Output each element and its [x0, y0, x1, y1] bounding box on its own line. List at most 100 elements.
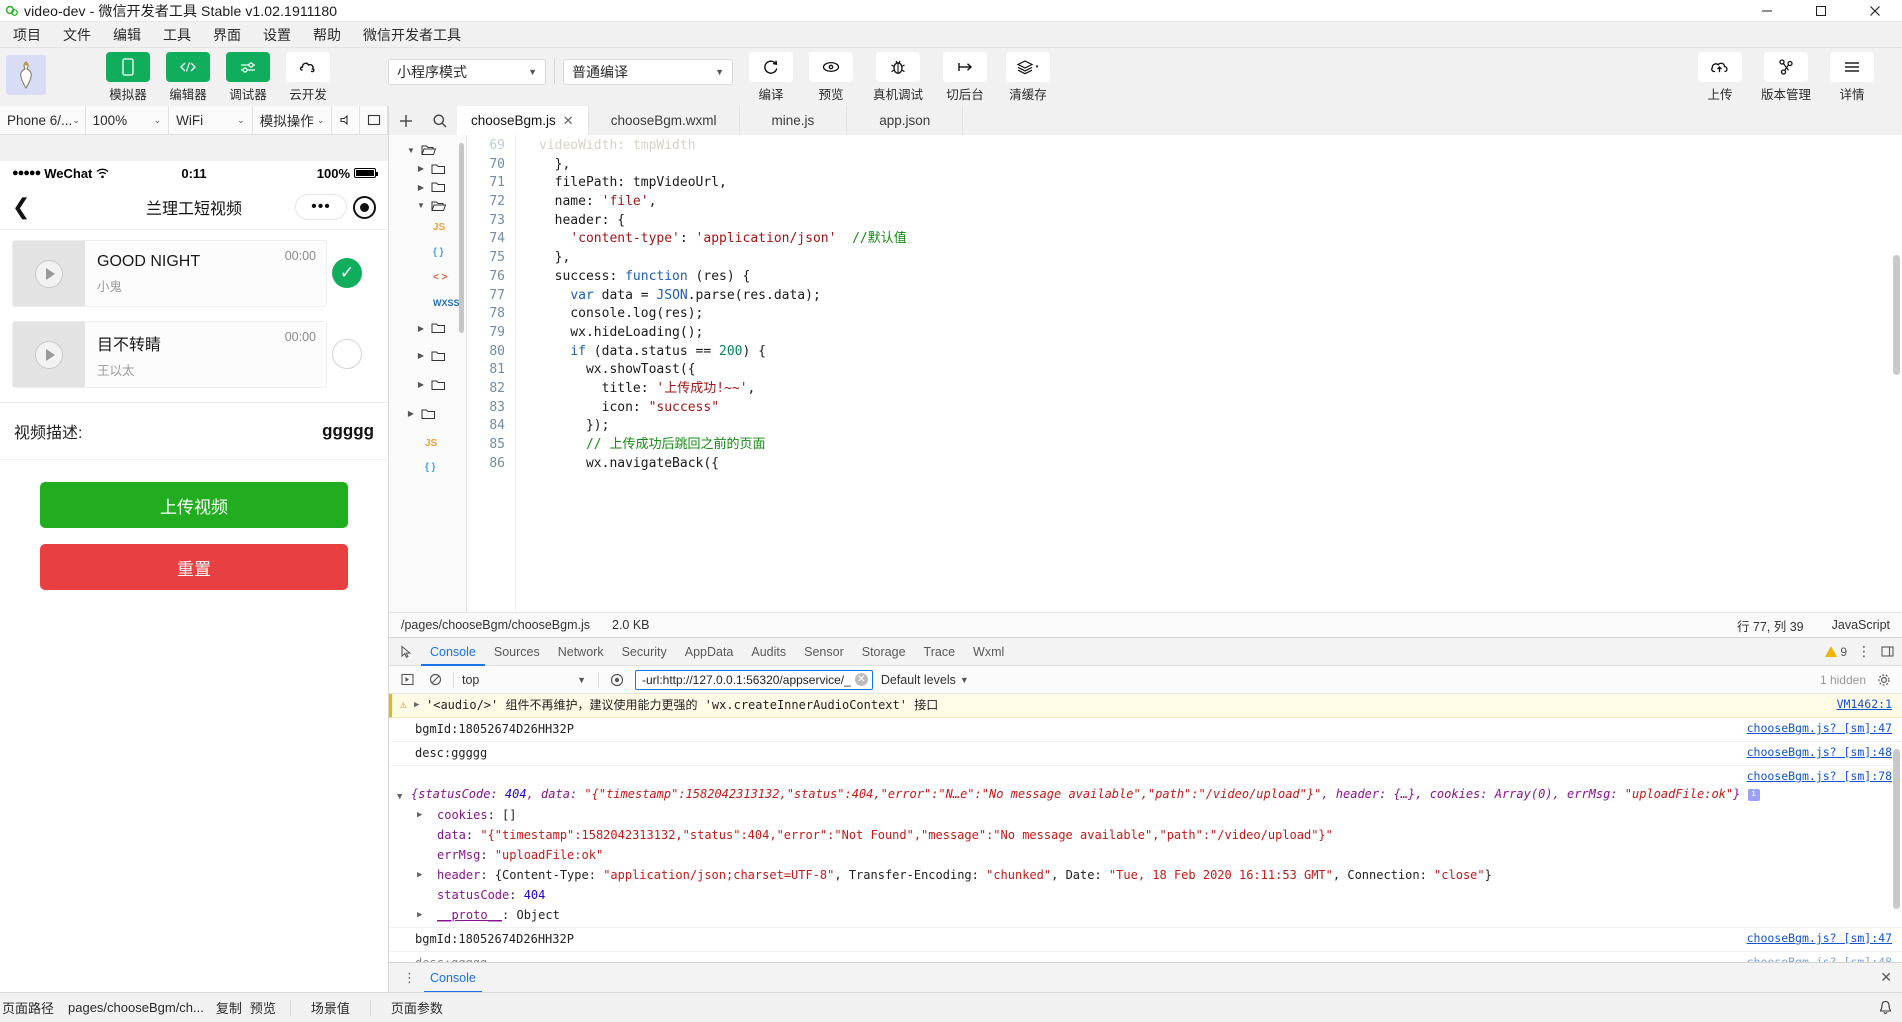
console-source-link[interactable]: chooseBgm.js? [sm]:47: [1731, 931, 1892, 945]
network-select[interactable]: WiFi ⌄: [169, 106, 253, 134]
devtools-tab-audits[interactable]: Audits: [742, 638, 795, 666]
menu-item-interface[interactable]: 界面: [202, 22, 252, 48]
minimize-button[interactable]: [1740, 0, 1794, 22]
console-object-prop-cookies[interactable]: ▶ cookies: []: [389, 806, 1902, 826]
info-icon[interactable]: i: [1747, 788, 1760, 801]
drawer-close-icon[interactable]: ✕: [1870, 969, 1902, 986]
real-device-debug-button[interactable]: 真机调试: [869, 52, 927, 103]
menu-item-settings[interactable]: 设置: [252, 22, 302, 48]
reset-button[interactable]: 重置: [40, 544, 348, 590]
add-file-icon[interactable]: [389, 106, 423, 135]
compile-button[interactable]: 编译: [749, 52, 793, 103]
execution-context-select[interactable]: top ▼: [462, 673, 590, 687]
devtools-tab-appdata[interactable]: AppData: [676, 638, 743, 666]
console-log-entry[interactable]: desc:ggggg chooseBgm.js? [sm]:48: [389, 952, 1902, 962]
tree-row-folder-open[interactable]: ▼: [389, 197, 466, 216]
menu-item-devtools[interactable]: 微信开发者工具: [352, 22, 472, 48]
execute-icon[interactable]: [397, 673, 417, 686]
zoom-select[interactable]: 100% ⌄: [86, 106, 170, 134]
tree-scrollbar[interactable]: [459, 143, 464, 333]
filter-eye-icon[interactable]: [607, 673, 627, 687]
editor-tab-choosebgm-wxml[interactable]: chooseBgm.wxml: [588, 106, 740, 135]
tree-row-file-json[interactable]: { }: [389, 458, 466, 477]
dock-position-icon[interactable]: [1881, 645, 1894, 658]
console-source-link[interactable]: chooseBgm.js? [sm]:47: [1731, 721, 1892, 735]
clear-cache-button[interactable]: 清缓存: [1003, 52, 1053, 103]
devtools-tab-security[interactable]: Security: [613, 638, 676, 666]
more-menu-button[interactable]: •••: [295, 194, 347, 220]
console-source-link[interactable]: chooseBgm.js? [sm]:48: [1731, 955, 1892, 962]
menu-item-file[interactable]: 文件: [52, 22, 102, 48]
inspect-element-icon[interactable]: [393, 644, 421, 659]
tree-row-file-js[interactable]: JS: [389, 428, 466, 458]
code-editor[interactable]: 69 70 71 72 73 74 75 76 77 78 79 80 81 8…: [467, 135, 1902, 612]
console-source-link[interactable]: chooseBgm.js? [sm]:78: [1731, 769, 1892, 783]
chevron-right-icon[interactable]: ▶: [413, 380, 429, 389]
background-button[interactable]: 切后台: [943, 52, 987, 103]
devtools-tab-trace[interactable]: Trace: [915, 638, 965, 666]
bgm-list-item[interactable]: 目不转睛 王以太 00:00: [12, 321, 327, 388]
compile-select[interactable]: 普通编译 ▼: [563, 59, 733, 85]
tree-row-folder[interactable]: ▶: [389, 178, 466, 197]
upload-button[interactable]: 上传: [1698, 52, 1742, 103]
tree-row-root[interactable]: ▼: [389, 141, 466, 160]
devtools-tab-network[interactable]: Network: [549, 638, 613, 666]
chevron-right-icon[interactable]: ▶: [417, 867, 429, 880]
console-log-object[interactable]: ▼ {statusCode: 404, data: "{"timestamp":…: [389, 786, 1902, 806]
play-icon[interactable]: [35, 259, 63, 288]
chevron-down-icon[interactable]: ▼: [403, 146, 419, 155]
fold-gutter[interactable]: [515, 135, 529, 612]
details-button[interactable]: 详情: [1830, 52, 1874, 103]
devtools-tab-wxml[interactable]: Wxml: [964, 638, 1013, 666]
editor-tab-choosebgm-js[interactable]: chooseBgm.js ✕: [457, 106, 589, 135]
language-label[interactable]: JavaScript: [1832, 618, 1890, 632]
chevron-right-icon[interactable]: ▶: [403, 409, 419, 418]
page-params-button[interactable]: 页面参数: [381, 998, 453, 1017]
play-icon[interactable]: [35, 340, 63, 369]
drawer-tab-console[interactable]: Console: [424, 963, 482, 993]
screenshot-icon[interactable]: [360, 106, 388, 134]
copy-button[interactable]: 复制: [212, 998, 246, 1017]
drawer-more-icon[interactable]: ⋮: [395, 970, 424, 986]
console-log-entry[interactable]: bgmId:18052674D26HH32P chooseBgm.js? [sm…: [389, 928, 1902, 952]
close-button[interactable]: [1848, 0, 1902, 22]
tree-row-folder[interactable]: ▶: [389, 370, 466, 399]
cloud-dev-button[interactable]: 云开发: [286, 52, 330, 103]
chevron-right-icon[interactable]: ▶: [414, 697, 426, 710]
chevron-right-icon[interactable]: ▶: [413, 324, 429, 333]
simulate-action-select[interactable]: 模拟操作 ⌄: [253, 106, 333, 134]
log-levels-select[interactable]: Default levels ▼: [881, 673, 969, 687]
volume-icon[interactable]: [332, 106, 361, 134]
console-log-object-header[interactable]: chooseBgm.js? [sm]:78: [389, 766, 1902, 786]
notification-bell-icon[interactable]: [1878, 1000, 1894, 1016]
devtools-tab-sensor[interactable]: Sensor: [795, 638, 853, 666]
clear-console-icon[interactable]: [425, 673, 445, 686]
device-select[interactable]: Phone 6/... ⌄: [0, 106, 86, 134]
mode-select[interactable]: 小程序模式 ▼: [388, 59, 546, 85]
video-description-value[interactable]: ggggg: [322, 421, 374, 441]
warning-count-badge[interactable]: 9: [1825, 645, 1847, 659]
menu-item-project[interactable]: 项目: [2, 22, 52, 48]
console-log-entry[interactable]: desc:ggggg chooseBgm.js? [sm]:48: [389, 742, 1902, 766]
chevron-right-icon[interactable]: ▶: [417, 807, 429, 820]
editor-tab-app-json[interactable]: app.json: [847, 106, 964, 135]
preview-button[interactable]: 预览: [809, 52, 853, 103]
console-object-prop-header[interactable]: ▶ header: {Content-Type: "application/js…: [389, 866, 1902, 886]
tree-row-folder[interactable]: ▶: [389, 160, 466, 179]
bgm-list-item[interactable]: GOOD NIGHT 小鬼 00:00: [12, 240, 327, 307]
console-log-warning[interactable]: ⚠ ▶ '<audio/>' 组件不再维护，建议使用能力更强的 'wx.crea…: [389, 694, 1902, 718]
devtools-more-icon[interactable]: ⋮: [1857, 643, 1871, 660]
bgm-radio-selected[interactable]: ✓: [332, 258, 362, 288]
preview-button[interactable]: 预览: [246, 998, 280, 1017]
devtools-tab-storage[interactable]: Storage: [853, 638, 915, 666]
chevron-right-icon[interactable]: ▶: [413, 351, 429, 360]
menu-item-help[interactable]: 帮助: [302, 22, 352, 48]
chevron-right-icon[interactable]: ▶: [413, 164, 429, 173]
project-avatar[interactable]: [6, 55, 46, 95]
tree-row-folder[interactable]: ▶: [389, 341, 466, 370]
chevron-right-icon[interactable]: ▶: [417, 907, 429, 920]
close-miniprogram-icon[interactable]: [353, 195, 376, 219]
console-source-link[interactable]: chooseBgm.js? [sm]:48: [1731, 745, 1892, 759]
console-object-prop-proto[interactable]: ▶ __proto__: Object: [389, 906, 1902, 928]
menu-item-edit[interactable]: 编辑: [102, 22, 152, 48]
